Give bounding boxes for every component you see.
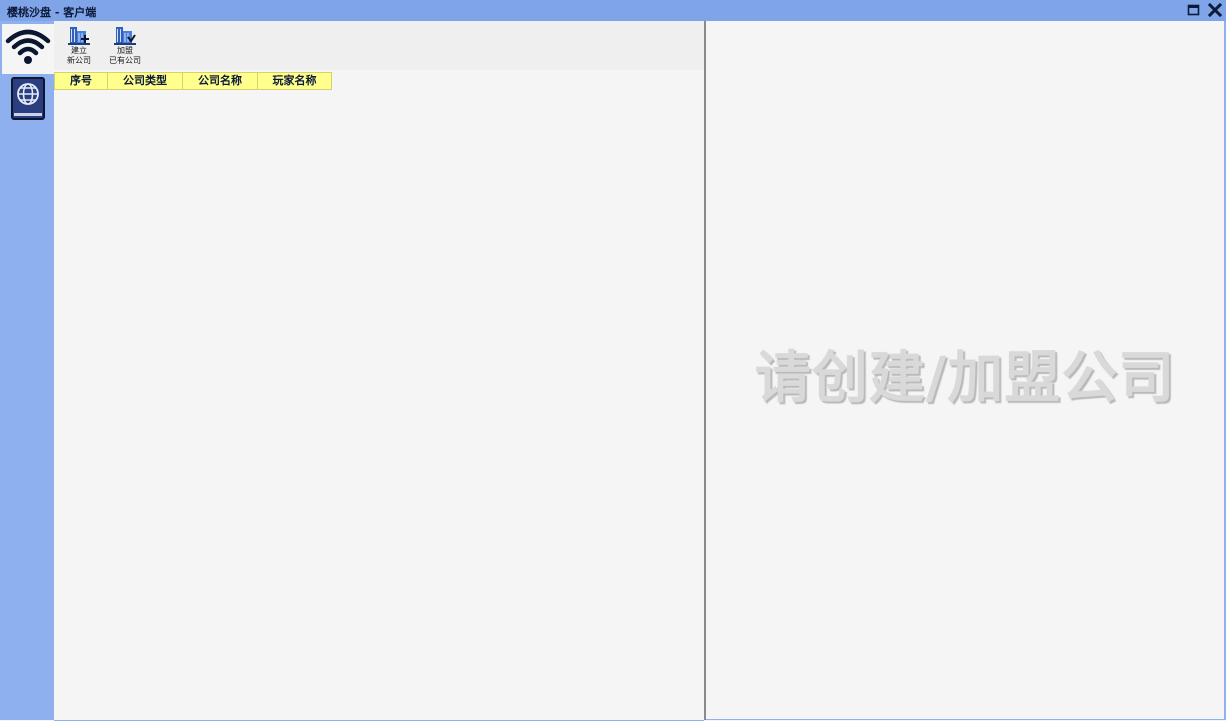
column-header-company-type[interactable]: 公司类型 — [108, 72, 183, 90]
building-add-icon — [56, 24, 102, 46]
close-icon[interactable] — [1207, 2, 1223, 18]
join-company-button[interactable]: 加盟 已有公司 — [102, 24, 148, 70]
company-detail-panel: 请创建/加盟公司 — [706, 21, 1226, 720]
create-company-label-2: 新公司 — [67, 56, 91, 65]
nav-network-button[interactable] — [2, 24, 54, 74]
sidebar — [0, 21, 54, 720]
column-header-company-name[interactable]: 公司名称 — [183, 72, 258, 90]
column-header-index[interactable]: 序号 — [54, 72, 108, 90]
globe-book-icon — [10, 77, 46, 125]
building-join-icon — [102, 24, 148, 46]
company-list-panel: 建立 新公司 加盟 已有公司 序号 公司类型 公司名称 玩家名称 — [54, 21, 704, 721]
maximize-icon[interactable] — [1187, 3, 1201, 17]
toolbar: 建立 新公司 加盟 已有公司 — [54, 21, 704, 70]
empty-state-message: 请创建/加盟公司 — [754, 346, 1176, 411]
join-company-label-2: 已有公司 — [109, 56, 141, 65]
table-header: 序号 公司类型 公司名称 玩家名称 — [54, 72, 332, 90]
title-bar: 樱桃沙盘 - 客户端 — [0, 0, 1226, 21]
nav-directory-button[interactable] — [2, 76, 54, 126]
create-company-button[interactable]: 建立 新公司 — [56, 24, 102, 70]
column-header-player-name[interactable]: 玩家名称 — [258, 72, 332, 90]
join-company-label-1: 加盟 — [117, 46, 133, 55]
wifi-icon — [5, 27, 51, 71]
window-title: 樱桃沙盘 - 客户端 — [7, 6, 97, 19]
create-company-label-1: 建立 — [71, 46, 87, 55]
